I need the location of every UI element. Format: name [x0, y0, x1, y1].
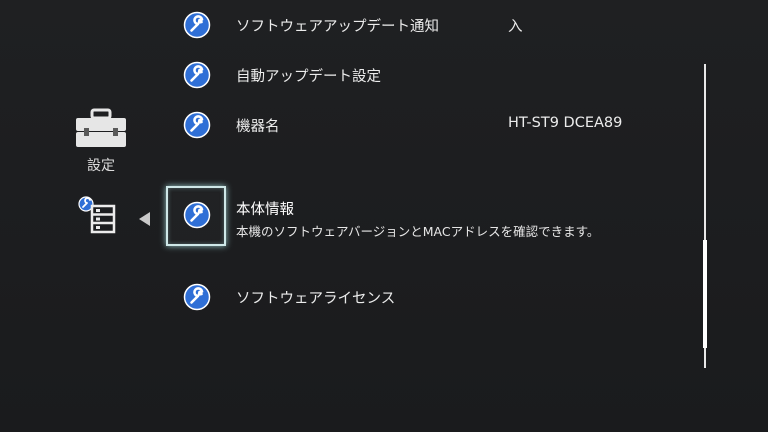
wrench-icon	[183, 11, 211, 39]
menu-item-label-selected: 本体情報	[236, 202, 294, 218]
menu-item-label: ソフトウェアライセンス	[236, 291, 396, 307]
scrollbar-thumb[interactable]	[703, 240, 707, 348]
toolbox-icon[interactable]	[74, 108, 128, 148]
menu-item-description: 本機のソフトウェアバージョンとMACアドレスを確認できます。	[236, 224, 600, 239]
menu-item-device-name[interactable]: 機器名 HT-ST9 DCEA89	[166, 103, 686, 147]
collapse-arrow-icon[interactable]	[139, 212, 150, 226]
category-label-settings: 設定	[87, 158, 115, 174]
menu-item-value: HT-ST9 DCEA89	[508, 115, 623, 131]
menu-item-value: 入	[508, 19, 523, 35]
wrench-icon	[183, 201, 211, 229]
wrench-icon	[183, 111, 211, 139]
wrench-icon	[183, 283, 211, 311]
menu-item-label: 自動アップデート設定	[236, 69, 381, 85]
menu-item-label: ソフトウェアアップデート通知	[236, 19, 439, 35]
menu-item-auto-update-settings[interactable]: 自動アップデート設定	[166, 53, 686, 97]
menu-item-software-license[interactable]: ソフトウェアライセンス	[166, 275, 686, 319]
wrench-icon	[183, 61, 211, 89]
menu-item-label: 機器名	[236, 119, 280, 135]
menu-item-software-update-notification[interactable]: ソフトウェアアップデート通知 入	[166, 3, 686, 47]
system-list-icon[interactable]	[78, 196, 122, 234]
settings-screen: 設定 ソフトウェアアップデート通知 入 自動アップデート設定 機器名 HT-ST…	[0, 0, 768, 432]
